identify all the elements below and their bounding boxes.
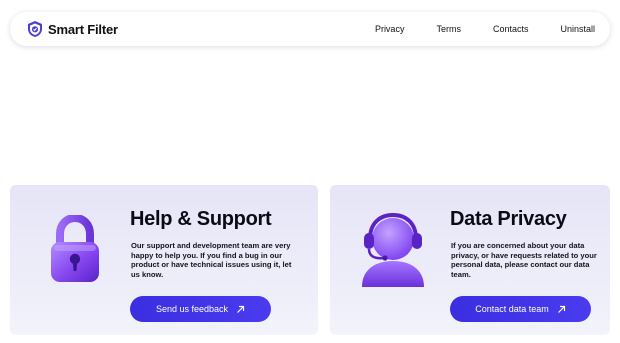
send-feedback-button[interactable]: Send us feedback (130, 296, 271, 322)
help-support-title: Help & Support (130, 208, 272, 230)
arrow-up-right-icon (237, 305, 245, 313)
arrow-up-right-icon (557, 305, 565, 313)
padlock-icon (51, 215, 99, 282)
support-agent-headset-icon (362, 212, 424, 287)
top-navigation-bar: Smart Filter Privacy Terms Contacts Unin… (10, 12, 610, 46)
data-privacy-title: Data Privacy (450, 208, 567, 230)
nav-link-uninstall[interactable]: Uninstall (560, 24, 595, 34)
nav-link-contacts[interactable]: Contacts (493, 24, 529, 34)
nav-link-privacy[interactable]: Privacy (375, 24, 405, 34)
shield-logo-icon (28, 21, 42, 37)
nav-links: Privacy Terms Contacts Uninstall (375, 12, 595, 46)
data-privacy-description: If you are concerned about your data pri… (451, 241, 597, 279)
data-privacy-card: Data Privacy If you are concerned about … (330, 185, 610, 335)
send-feedback-label: Send us feedback (155, 304, 229, 314)
brand-name: Smart Filter (48, 21, 118, 37)
help-support-description: Our support and development team are ver… (131, 241, 292, 279)
contact-data-team-label: Contact data team (475, 304, 549, 314)
nav-link-terms[interactable]: Terms (436, 24, 461, 34)
brand[interactable]: Smart Filter (27, 20, 118, 38)
help-support-card: Help & Support Our support and developme… (10, 185, 318, 335)
contact-data-team-button[interactable]: Contact data team (450, 296, 591, 322)
